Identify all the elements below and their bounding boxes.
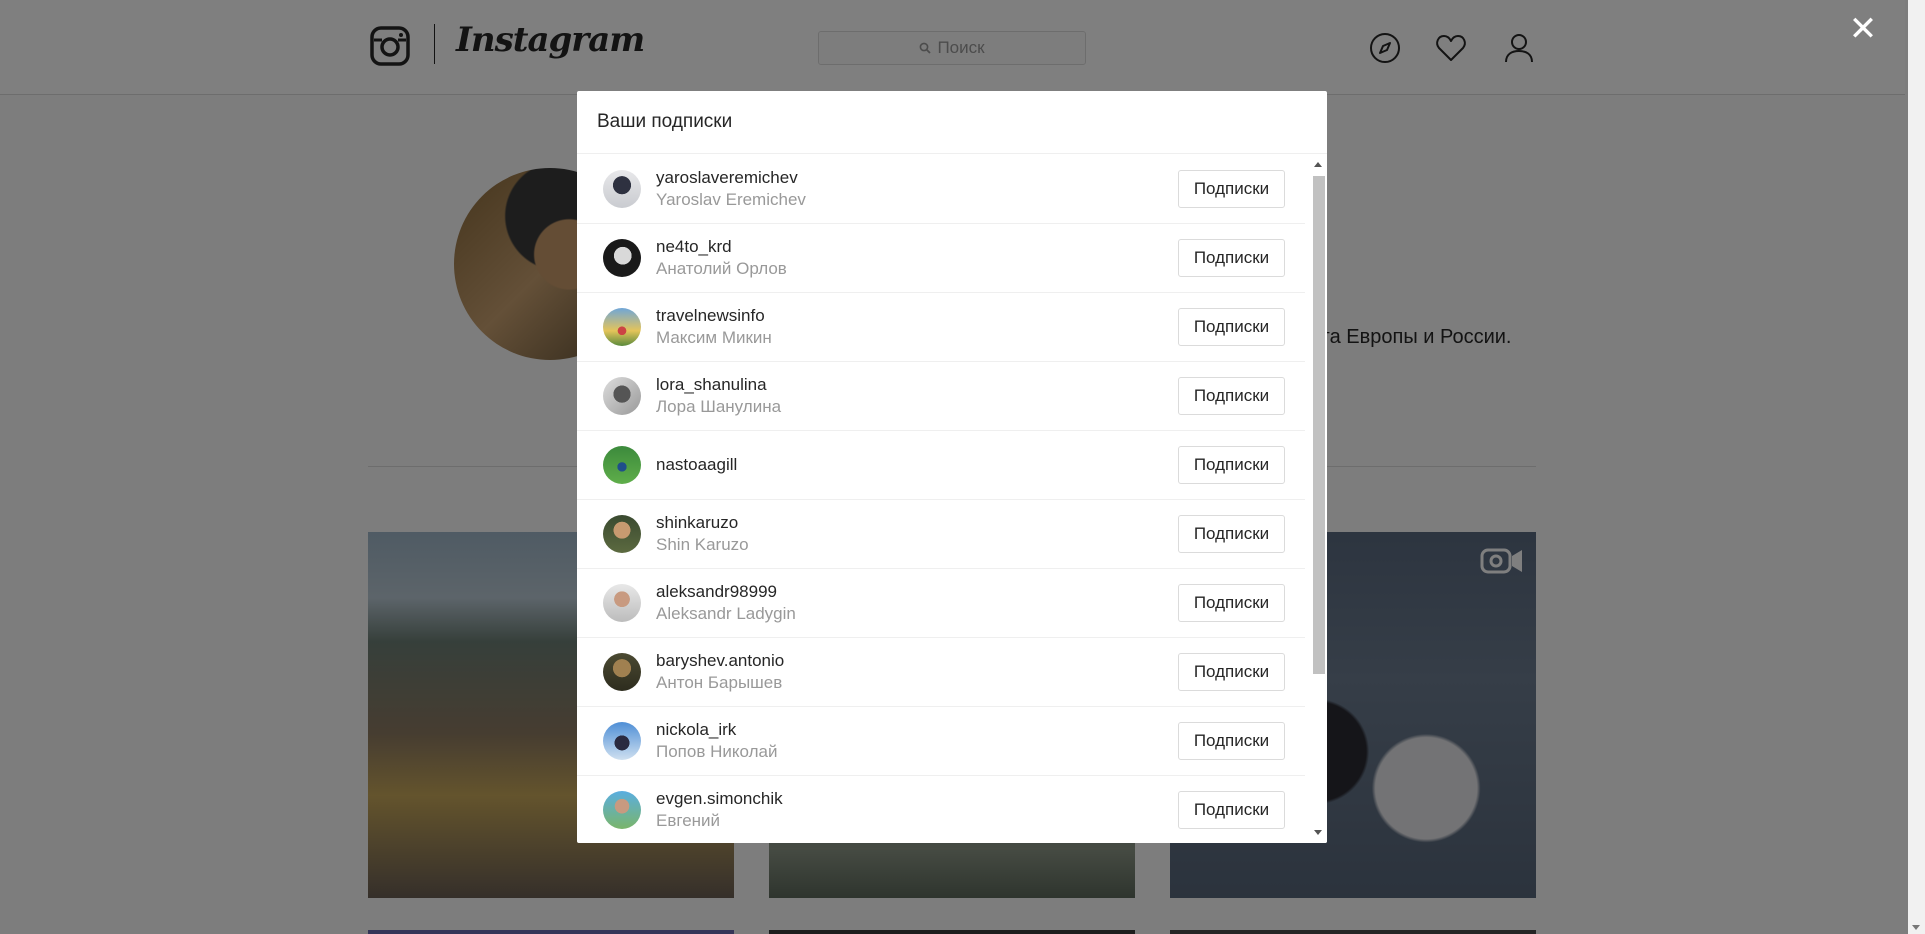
following-list-container: yaroslaveremichev Yaroslav Eremichev Под… bbox=[577, 155, 1327, 843]
avatar[interactable] bbox=[603, 377, 641, 415]
list-item: ne4to_krd Анатолий Орлов Подписки bbox=[577, 224, 1305, 293]
following-button[interactable]: Подписки bbox=[1178, 446, 1285, 484]
following-button[interactable]: Подписки bbox=[1178, 722, 1285, 760]
list-item: baryshev.antonio Антон Барышев Подписки bbox=[577, 638, 1305, 707]
list-item: nastoaagill Подписки bbox=[577, 431, 1305, 500]
following-button[interactable]: Подписки bbox=[1178, 515, 1285, 553]
list-item: evgen.simonchik Евгений Подписки bbox=[577, 776, 1305, 843]
user-info: shinkaruzo Shin Karuzo bbox=[656, 512, 1178, 556]
user-info: travelnewsinfo Максим Микин bbox=[656, 305, 1178, 349]
user-info: nastoaagill bbox=[656, 454, 1178, 476]
user-info: lora_shanulina Лора Шанулина bbox=[656, 374, 1178, 418]
scrollbar-thumb[interactable] bbox=[1313, 176, 1325, 674]
username-link[interactable]: travelnewsinfo bbox=[656, 305, 1178, 327]
full-name: Попов Николай bbox=[656, 742, 778, 761]
avatar[interactable] bbox=[603, 170, 641, 208]
avatar[interactable] bbox=[603, 791, 641, 829]
following-button[interactable]: Подписки bbox=[1178, 239, 1285, 277]
following-button[interactable]: Подписки bbox=[1178, 308, 1285, 346]
username-link[interactable]: evgen.simonchik bbox=[656, 788, 1178, 810]
avatar[interactable] bbox=[603, 446, 641, 484]
username-link[interactable]: yaroslaveremichev bbox=[656, 167, 1178, 189]
avatar[interactable] bbox=[603, 722, 641, 760]
page-scrollbar[interactable] bbox=[1908, 0, 1925, 934]
list-item: lora_shanulina Лора Шанулина Подписки bbox=[577, 362, 1305, 431]
username-link[interactable]: nastoaagill bbox=[656, 454, 1178, 476]
list-item: aleksandr98999 Aleksandr Ladygin Подписк… bbox=[577, 569, 1305, 638]
avatar[interactable] bbox=[603, 584, 641, 622]
username-link[interactable]: baryshev.antonio bbox=[656, 650, 1178, 672]
user-info: ne4to_krd Анатолий Орлов bbox=[656, 236, 1178, 280]
following-button[interactable]: Подписки bbox=[1178, 653, 1285, 691]
username-link[interactable]: nickola_irk bbox=[656, 719, 1178, 741]
user-info: nickola_irk Попов Николай bbox=[656, 719, 1178, 763]
following-dialog: Ваши подписки yaroslaveremichev Yaroslav… bbox=[577, 91, 1327, 843]
full-name: Лора Шанулина bbox=[656, 397, 782, 416]
user-info: evgen.simonchik Евгений bbox=[656, 788, 1178, 832]
user-info: yaroslaveremichev Yaroslav Eremichev bbox=[656, 167, 1178, 211]
following-list: yaroslaveremichev Yaroslav Eremichev Под… bbox=[577, 155, 1305, 843]
list-item: nickola_irk Попов Николай Подписки bbox=[577, 707, 1305, 776]
list-item: yaroslaveremichev Yaroslav Eremichev Под… bbox=[577, 155, 1305, 224]
list-item: travelnewsinfo Максим Микин Подписки bbox=[577, 293, 1305, 362]
avatar[interactable] bbox=[603, 239, 641, 277]
list-scrollbar[interactable] bbox=[1310, 155, 1327, 843]
following-button[interactable]: Подписки bbox=[1178, 377, 1285, 415]
close-icon[interactable]: ✕ bbox=[1848, 12, 1878, 46]
full-name: Анатолий Орлов bbox=[656, 259, 787, 278]
avatar[interactable] bbox=[603, 653, 641, 691]
dialog-header: Ваши подписки bbox=[577, 91, 1327, 154]
following-button[interactable]: Подписки bbox=[1178, 170, 1285, 208]
full-name: Антон Барышев bbox=[656, 673, 783, 692]
full-name: Aleksandr Ladygin bbox=[656, 604, 796, 623]
username-link[interactable]: lora_shanulina bbox=[656, 374, 1178, 396]
scroll-up-arrow[interactable] bbox=[1314, 162, 1322, 167]
full-name: Shin Karuzo bbox=[656, 535, 749, 554]
scroll-down-arrow[interactable] bbox=[1314, 830, 1322, 835]
following-button[interactable]: Подписки bbox=[1178, 584, 1285, 622]
full-name: Yaroslav Eremichev bbox=[656, 190, 806, 209]
user-info: baryshev.antonio Антон Барышев bbox=[656, 650, 1178, 694]
username-link[interactable]: ne4to_krd bbox=[656, 236, 1178, 258]
full-name: Максим Микин bbox=[656, 328, 772, 347]
user-info: aleksandr98999 Aleksandr Ladygin bbox=[656, 581, 1178, 625]
avatar[interactable] bbox=[603, 515, 641, 553]
username-link[interactable]: aleksandr98999 bbox=[656, 581, 1178, 603]
username-link[interactable]: shinkaruzo bbox=[656, 512, 1178, 534]
list-item: shinkaruzo Shin Karuzo Подписки bbox=[577, 500, 1305, 569]
avatar[interactable] bbox=[603, 308, 641, 346]
scroll-down-arrow[interactable] bbox=[1912, 925, 1920, 930]
dialog-title: Ваши подписки bbox=[597, 111, 733, 132]
following-button[interactable]: Подписки bbox=[1178, 791, 1285, 829]
full-name: Евгений bbox=[656, 811, 721, 830]
